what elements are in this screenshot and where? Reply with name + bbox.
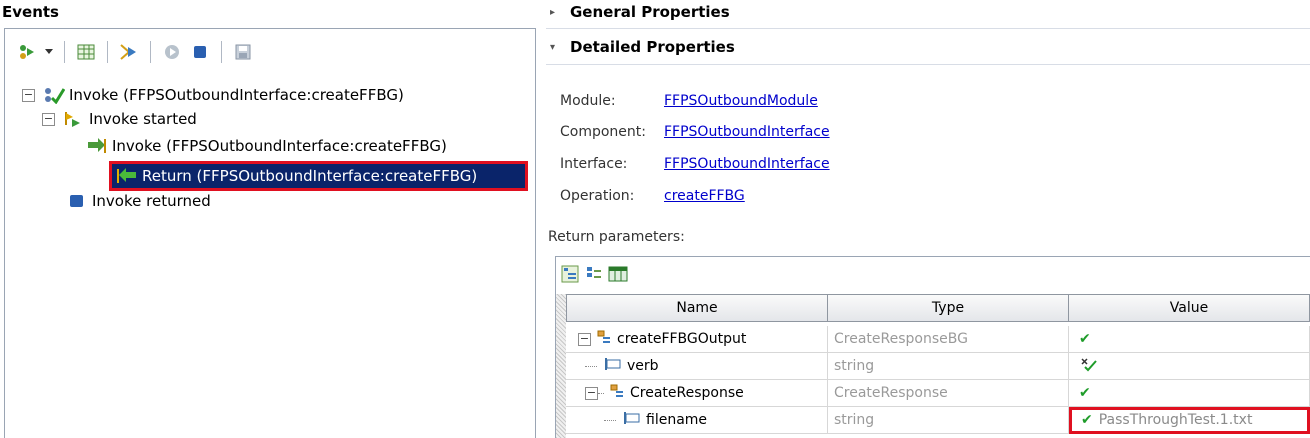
type-cell: string <box>828 407 1069 434</box>
tree-row-invoke-root[interactable]: − Invoke (FFPSOutboundInterface:createFF… <box>22 83 404 107</box>
events-title: Events <box>2 3 59 21</box>
table-view-icon[interactable] <box>608 264 628 284</box>
play-icon[interactable] <box>161 41 183 63</box>
column-header-name[interactable]: Name <box>566 294 828 322</box>
name-cell: − CreateResponse <box>566 380 828 407</box>
general-properties-header[interactable]: ▸ General Properties <box>550 3 730 21</box>
interface-link[interactable]: FFPSOutboundInterface <box>664 156 830 172</box>
param-name: verb <box>627 358 659 374</box>
type-cell: CreateResponse <box>828 380 1069 407</box>
table-icon[interactable] <box>75 41 97 63</box>
return-event-icon <box>116 167 138 185</box>
check-icon: ✔ <box>1081 412 1093 428</box>
events-toolbar <box>16 40 254 64</box>
toolbar-separator <box>150 41 151 63</box>
component-link[interactable]: FFPSOutboundInterface <box>664 124 830 140</box>
tree-view-icon[interactable] <box>560 264 580 284</box>
collapse-toggle[interactable]: − <box>42 112 55 126</box>
detailed-properties-header[interactable]: ▾ Detailed Properties <box>550 38 735 56</box>
name-cell: verb <box>566 353 828 380</box>
field-icon <box>622 411 640 429</box>
operation-link[interactable]: createFFBG <box>664 188 745 204</box>
divider <box>546 28 1310 29</box>
value-cell-filename[interactable]: ✔ PassThroughTest.1.txt <box>1069 407 1310 434</box>
collapse-toggle[interactable]: − <box>585 386 598 400</box>
check-icon: ✔ <box>1079 385 1091 401</box>
name-cell: − createFFBGOutput <box>566 326 828 353</box>
check-icon: ✔ <box>1079 331 1091 347</box>
collapse-triangle-icon: ▾ <box>550 41 556 53</box>
invoke-started-icon <box>63 110 85 128</box>
unset-check-icon <box>1079 356 1099 376</box>
module-label: Module: <box>560 93 616 109</box>
value-cell[interactable] <box>1069 353 1310 380</box>
param-name: createFFBGOutput <box>617 331 747 347</box>
section-title: Detailed Properties <box>570 38 735 56</box>
param-name: filename <box>646 412 708 428</box>
component-label: Component: <box>560 124 646 140</box>
collapse-toggle[interactable]: − <box>578 332 591 346</box>
tree-connector <box>598 392 604 394</box>
stop-icon[interactable] <box>189 41 211 63</box>
tree-label: Invoke returned <box>92 192 211 210</box>
param-name: CreateResponse <box>630 385 744 401</box>
column-header-value[interactable]: Value <box>1069 294 1310 322</box>
invoke-event-icon <box>86 137 108 155</box>
tree-connector <box>604 419 616 421</box>
row-header-gutter <box>556 294 566 438</box>
tree-label: Return (FFPSOutboundInterface:createFFBG… <box>142 167 478 185</box>
table-row[interactable]: filename string ✔ PassThroughTest.1.txt <box>566 407 1310 434</box>
events-pane: Events − Invoke (FFPSOutboundInterface:c… <box>0 0 536 438</box>
divider <box>546 64 1310 65</box>
value-cell[interactable]: ✔ <box>1069 380 1310 407</box>
section-title: General Properties <box>570 3 730 21</box>
tree-row-invoke-returned[interactable]: Invoke returned <box>66 189 211 213</box>
expand-triangle-icon: ▸ <box>550 6 556 18</box>
tree-row-invoke-started[interactable]: − Invoke started <box>42 107 197 131</box>
table-row[interactable]: − createFFBGOutput CreateResponseBG ✔ <box>566 326 1310 353</box>
invoke-icon <box>43 86 65 104</box>
tree-row-invoke[interactable]: Invoke (FFPSOutboundInterface:createFFBG… <box>86 134 447 158</box>
toolbar-separator <box>64 41 65 63</box>
tree-row-return-selected[interactable]: Return (FFPSOutboundInterface:createFFBG… <box>109 161 528 191</box>
value-cell[interactable]: ✔ <box>1069 326 1310 353</box>
business-object-icon <box>610 384 624 402</box>
hierarchy-icon[interactable] <box>584 264 604 284</box>
tree-label: Invoke (FFPSOutboundInterface:createFFBG… <box>112 137 447 155</box>
toolbar-separator <box>107 41 108 63</box>
param-value: PassThroughTest.1.txt <box>1098 412 1253 428</box>
type-cell: CreateResponseBG <box>828 326 1069 353</box>
tree-label: Invoke (FFPSOutboundInterface:createFFBG… <box>69 86 404 104</box>
type-cell: string <box>828 353 1069 380</box>
tree-label: Invoke started <box>89 110 197 128</box>
operation-label: Operation: <box>560 188 635 204</box>
invoke-returned-icon <box>66 192 88 210</box>
business-object-icon <box>597 330 611 348</box>
return-parameters-label: Return parameters: <box>548 229 685 245</box>
step-icon[interactable] <box>118 41 140 63</box>
properties-pane: ▸ General Properties ▾ Detailed Properti… <box>540 0 1310 438</box>
collapse-toggle[interactable]: − <box>22 88 35 102</box>
module-link[interactable]: FFPSOutboundModule <box>664 93 818 109</box>
table-header: Name Type Value <box>566 294 1310 322</box>
name-cell: filename <box>566 407 828 434</box>
save-icon[interactable] <box>232 41 254 63</box>
table-row[interactable]: verb string <box>566 353 1310 380</box>
table-row[interactable]: − CreateResponse CreateResponse ✔ <box>566 380 1310 407</box>
field-icon <box>603 357 621 375</box>
toolbar-separator <box>221 41 222 63</box>
dropdown-arrow-icon[interactable] <box>44 41 54 63</box>
column-header-type[interactable]: Type <box>828 294 1069 322</box>
tree-connector <box>585 365 597 367</box>
table-toolbar <box>560 264 628 284</box>
run-events-icon[interactable] <box>16 41 38 63</box>
interface-label: Interface: <box>560 156 628 172</box>
